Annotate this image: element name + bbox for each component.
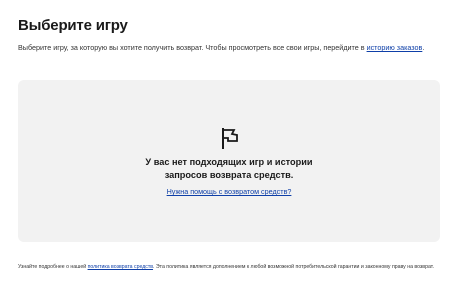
empty-state-panel: У вас нет подходящих игр и истории запро…	[18, 80, 440, 242]
flag-icon	[222, 128, 238, 149]
empty-state-line-1: У вас нет подходящих игр и истории	[145, 157, 313, 167]
refund-help-link[interactable]: Нужна помощь с возвратом средств?	[167, 187, 292, 196]
footer-text-before: Узнайте подробнее о нашей	[18, 264, 88, 270]
intro-text: Выберите игру, за которую вы хотите полу…	[18, 42, 430, 53]
refund-help-link-wrap: Нужна помощь с возвратом средств?	[18, 187, 440, 197]
footer-text-after: . Эта политика является дополнением к лю…	[153, 264, 434, 270]
footer-note: Узнайте подробнее о нашей политика возвр…	[18, 263, 438, 271]
order-history-link[interactable]: историю заказов	[367, 43, 423, 52]
page-title: Выберите игру	[18, 17, 128, 34]
refund-game-select-page: Выберите игру Выберите игру, за которую …	[0, 0, 449, 304]
empty-state-message: У вас нет подходящих игр и истории запро…	[18, 156, 440, 182]
empty-state-line-2: запросов возврата средств.	[164, 170, 294, 180]
intro-text-before: Выберите игру, за которую вы хотите полу…	[18, 43, 367, 52]
intro-text-after: .	[422, 43, 425, 52]
refund-policy-link[interactable]: политика возврата средств	[88, 264, 153, 270]
